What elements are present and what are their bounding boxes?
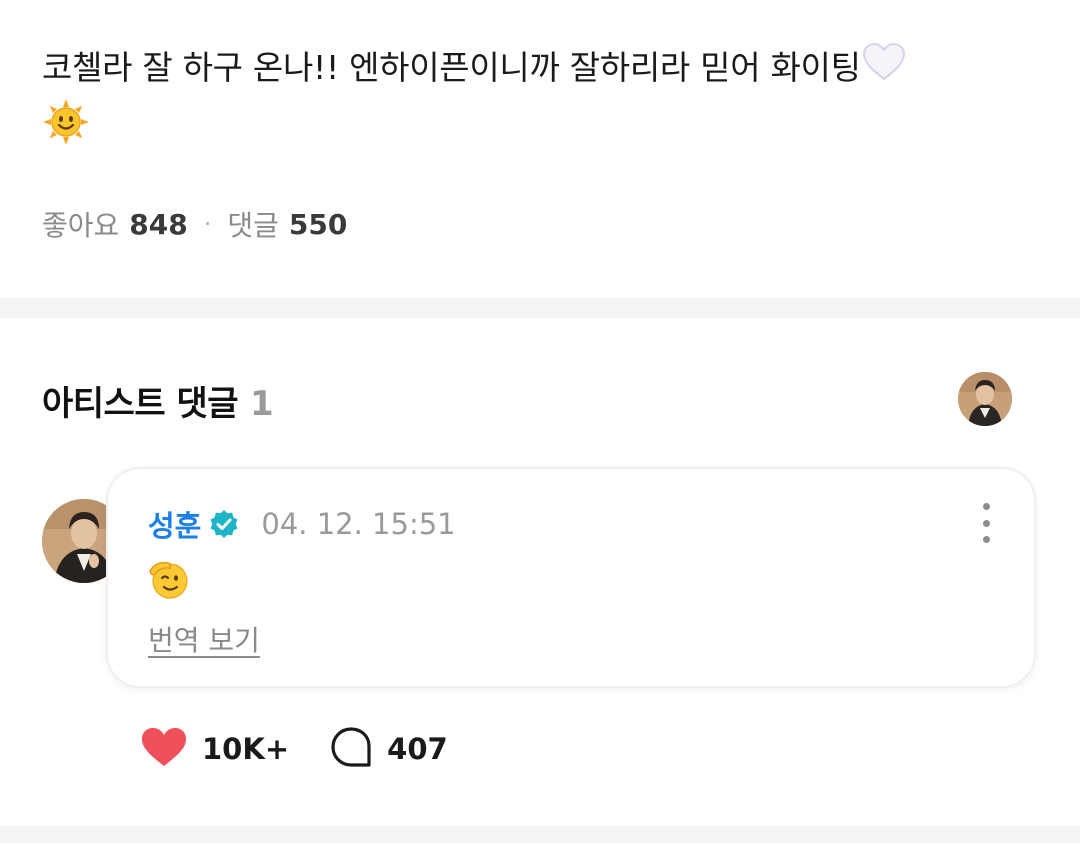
saluting-face-icon [148,557,192,601]
speech-bubble-icon [329,725,373,773]
comment-card[interactable]: 성훈 04. 12. 15:51 번역 보기 [106,467,1036,688]
comment-timestamp: 04. 12. 15:51 [261,507,456,541]
likes-label: 좋아요 [42,209,120,242]
reply-count: 407 [387,732,448,766]
post-section: 코첼라 잘 하구 온나!! 엔하이픈이니까 잘하리라 믿어 화이팅 좋아요 84… [0,0,1080,298]
heart-icon [140,726,188,772]
more-options-icon[interactable] [974,503,998,543]
translate-link[interactable]: 번역 보기 [148,619,260,659]
like-count: 10K+ [202,732,290,766]
sun-with-face-icon [42,98,90,150]
artist-avatar-small[interactable] [958,372,1012,426]
post-stats: 좋아요 848 · 댓글 550 [42,204,347,244]
artist-comments-header: 아티스트 댓글 1 [42,376,274,425]
comments-count[interactable]: 550 [289,208,347,241]
post-body: 코첼라 잘 하구 온나!! 엔하이픈이니까 잘하리라 믿어 화이팅 [42,40,1032,98]
comment-author-row: 성훈 04. 12. 15:51 [148,504,456,544]
author-name[interactable]: 성훈 [148,503,201,545]
stats-separator: · [203,210,212,238]
comment-actions: 10K+ 407 [140,724,488,774]
artist-comments-title: 아티스트 댓글 [42,384,239,424]
verified-badge-icon [209,509,239,539]
post-text: 코첼라 잘 하구 온나!! 엔하이픈이니까 잘하리라 믿어 화이팅 [42,48,861,87]
page: 코첼라 잘 하구 온나!! 엔하이픈이니까 잘하리라 믿어 화이팅 좋아요 84… [0,0,1080,843]
section-divider [0,298,1080,318]
white-heart-icon [861,41,907,98]
like-button[interactable]: 10K+ [140,726,289,772]
artist-comments-count: 1 [250,384,274,424]
comments-label: 댓글 [227,209,279,242]
bottom-divider [0,826,1080,843]
likes-count[interactable]: 848 [129,208,187,241]
reply-button[interactable]: 407 [329,725,448,773]
